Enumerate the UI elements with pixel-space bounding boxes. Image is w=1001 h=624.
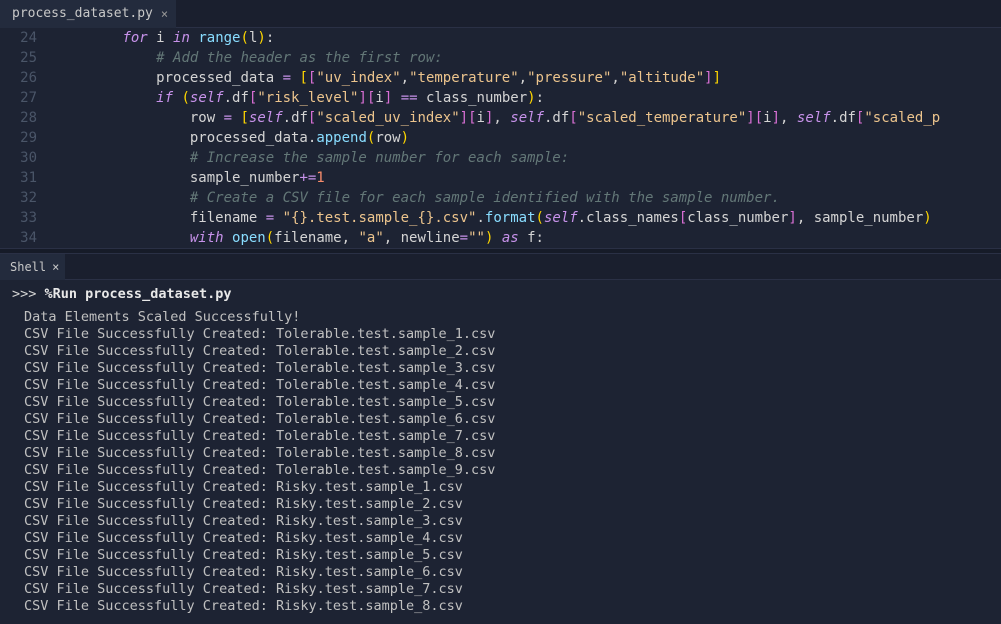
shell-output-line: CSV File Successfully Created: Tolerable…	[12, 428, 989, 445]
code-content[interactable]: processed_data = [["uv_index","temperatu…	[55, 68, 1001, 88]
shell-output-line: CSV File Successfully Created: Risky.tes…	[12, 564, 989, 581]
line-number: 25	[0, 48, 55, 68]
shell-output: Data Elements Scaled Successfully!CSV Fi…	[12, 309, 989, 615]
shell-output-line: CSV File Successfully Created: Tolerable…	[12, 411, 989, 428]
shell-tab-bar: Shell ×	[0, 254, 1001, 280]
code-content[interactable]: for i in range(l):	[55, 28, 1001, 48]
code-line[interactable]: 26 processed_data = [["uv_index","temper…	[0, 68, 1001, 88]
shell-output-line: CSV File Successfully Created: Tolerable…	[12, 326, 989, 343]
code-content[interactable]: # Increase the sample number for each sa…	[55, 148, 1001, 168]
shell-output-line: CSV File Successfully Created: Tolerable…	[12, 343, 989, 360]
line-number: 29	[0, 128, 55, 148]
shell-output-line: CSV File Successfully Created: Risky.tes…	[12, 547, 989, 564]
code-content[interactable]: filename = "{}.test.sample_{}.csv".forma…	[55, 208, 1001, 228]
line-number: 28	[0, 108, 55, 128]
line-number: 32	[0, 188, 55, 208]
shell-output-line: CSV File Successfully Created: Tolerable…	[12, 360, 989, 377]
code-line[interactable]: 30 # Increase the sample number for each…	[0, 148, 1001, 168]
shell-output-line: CSV File Successfully Created: Risky.tes…	[12, 479, 989, 496]
shell-tab[interactable]: Shell ×	[0, 254, 65, 280]
code-line[interactable]: 29 processed_data.append(row)	[0, 128, 1001, 148]
line-number: 27	[0, 88, 55, 108]
editor-tab[interactable]: process_dataset.py ×	[0, 0, 176, 28]
line-number: 33	[0, 208, 55, 228]
line-number: 26	[0, 68, 55, 88]
close-icon[interactable]: ×	[52, 260, 59, 274]
code-content[interactable]: processed_data.append(row)	[55, 128, 1001, 148]
code-line[interactable]: 33 filename = "{}.test.sample_{}.csv".fo…	[0, 208, 1001, 228]
shell-output-line: CSV File Successfully Created: Risky.tes…	[12, 496, 989, 513]
shell-output-line: CSV File Successfully Created: Tolerable…	[12, 377, 989, 394]
shell-prompt: >>>	[12, 286, 36, 302]
shell-output-line: Data Elements Scaled Successfully!	[12, 309, 989, 326]
code-line[interactable]: 25 # Add the header as the first row:	[0, 48, 1001, 68]
shell-body[interactable]: >>> %Run process_dataset.py Data Element…	[0, 280, 1001, 621]
shell-pane: Shell × >>> %Run process_dataset.py Data…	[0, 254, 1001, 624]
code-content[interactable]: row = [self.df["scaled_uv_index"][i], se…	[55, 108, 1001, 128]
code-line[interactable]: 32 # Create a CSV file for each sample i…	[0, 188, 1001, 208]
code-content[interactable]: with open(filename, "a", newline="") as …	[55, 228, 1001, 248]
shell-command: %Run process_dataset.py	[45, 286, 232, 302]
shell-tab-label: Shell	[10, 260, 46, 274]
line-number: 30	[0, 148, 55, 168]
shell-command-line: >>> %Run process_dataset.py	[12, 286, 989, 303]
shell-output-line: CSV File Successfully Created: Tolerable…	[12, 394, 989, 411]
shell-output-line: CSV File Successfully Created: Tolerable…	[12, 462, 989, 479]
editor-tab-label: process_dataset.py	[12, 6, 153, 21]
code-line[interactable]: 34 with open(filename, "a", newline="") …	[0, 228, 1001, 248]
code-content[interactable]: # Add the header as the first row:	[55, 48, 1001, 68]
line-number: 34	[0, 228, 55, 248]
code-line[interactable]: 31 sample_number+=1	[0, 168, 1001, 188]
shell-output-line: CSV File Successfully Created: Risky.tes…	[12, 598, 989, 615]
line-number: 31	[0, 168, 55, 188]
shell-output-line: CSV File Successfully Created: Risky.tes…	[12, 581, 989, 598]
code-line[interactable]: 24 for i in range(l):	[0, 28, 1001, 48]
code-content[interactable]: if (self.df["risk_level"][i] == class_nu…	[55, 88, 1001, 108]
shell-output-line: CSV File Successfully Created: Tolerable…	[12, 445, 989, 462]
line-number: 24	[0, 28, 55, 48]
code-content[interactable]: sample_number+=1	[55, 168, 1001, 188]
code-line[interactable]: 27 if (self.df["risk_level"][i] == class…	[0, 88, 1001, 108]
editor-tab-bar: process_dataset.py ×	[0, 0, 1001, 28]
code-content[interactable]: # Create a CSV file for each sample iden…	[55, 188, 1001, 208]
shell-output-line: CSV File Successfully Created: Risky.tes…	[12, 513, 989, 530]
code-editor[interactable]: 24 for i in range(l):25 # Add the header…	[0, 28, 1001, 248]
close-icon[interactable]: ×	[161, 7, 168, 21]
shell-output-line: CSV File Successfully Created: Risky.tes…	[12, 530, 989, 547]
code-line[interactable]: 28 row = [self.df["scaled_uv_index"][i],…	[0, 108, 1001, 128]
